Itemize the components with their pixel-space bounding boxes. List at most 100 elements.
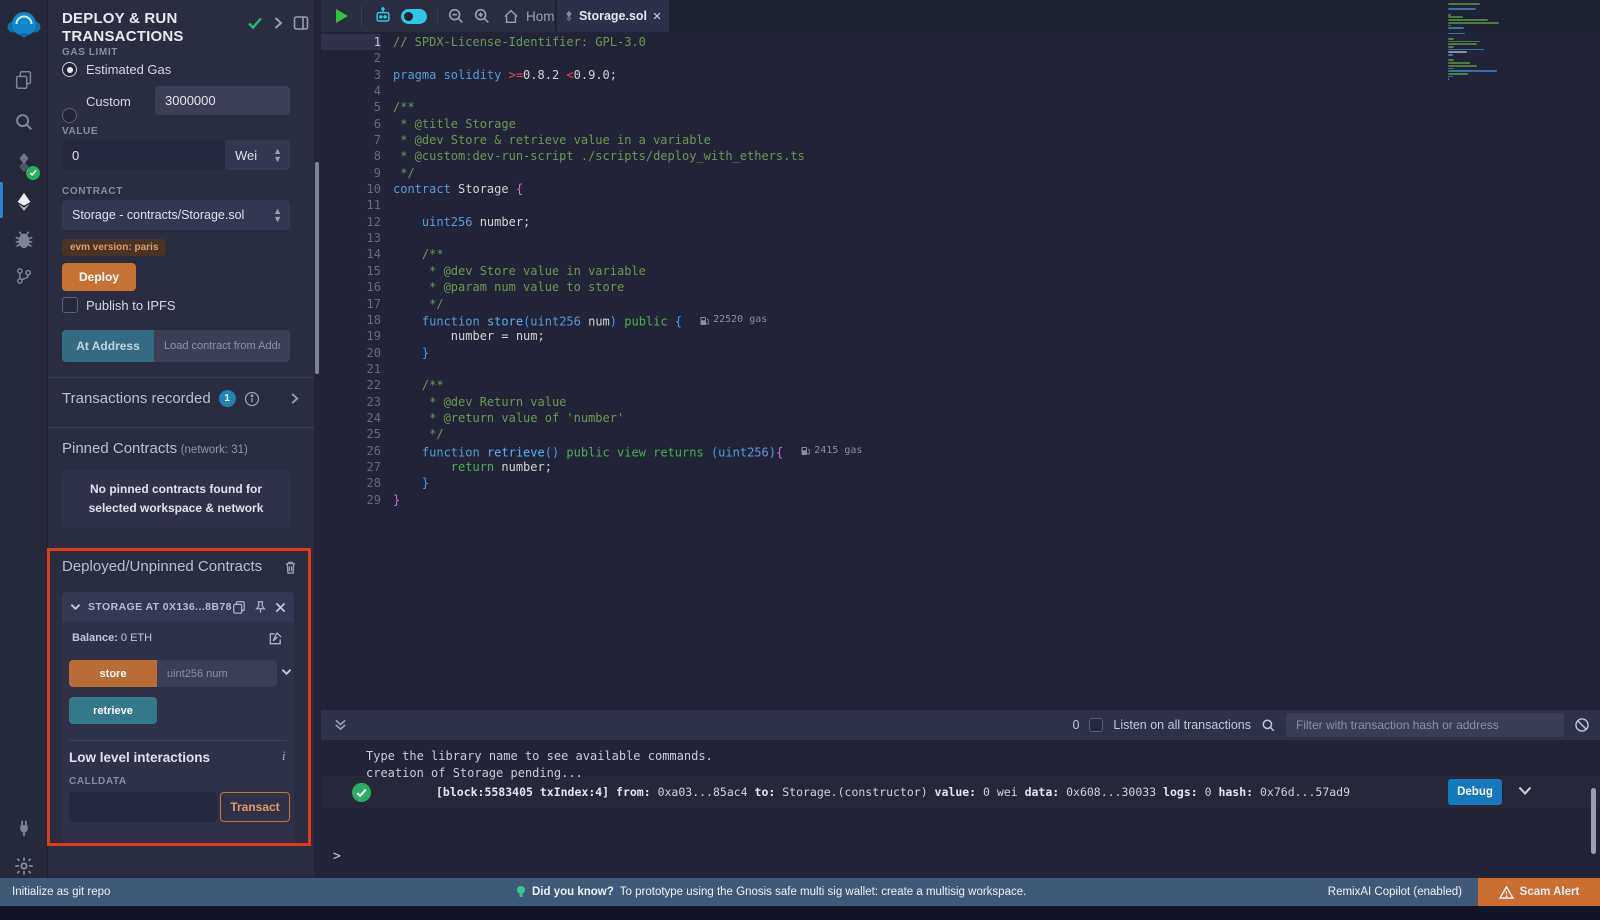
minimap[interactable] xyxy=(1448,3,1524,81)
estimated-gas-radio[interactable] xyxy=(62,62,77,77)
line-number: 11 xyxy=(321,197,381,213)
zoom-in-icon[interactable] xyxy=(473,0,491,32)
terminal-search-icon[interactable] xyxy=(1261,718,1276,733)
line-number: 18 xyxy=(321,312,381,328)
retrieve-function-button[interactable]: retrieve xyxy=(69,697,157,724)
clear-console-icon[interactable] xyxy=(1574,717,1590,733)
search-icon[interactable] xyxy=(0,104,48,140)
value-unit-select[interactable]: Wei ▲▼ xyxy=(225,140,290,170)
tab-close-icon[interactable] xyxy=(653,11,661,21)
bulb-icon xyxy=(516,885,526,899)
deploy-run-icon[interactable] xyxy=(0,184,48,220)
edit-icon[interactable] xyxy=(268,631,283,646)
divider xyxy=(361,6,362,26)
instance-label: STORAGE AT 0X136...8B78 xyxy=(88,601,232,613)
divider xyxy=(437,6,438,26)
code-content[interactable]: 1// SPDX-License-Identifier: GPL-3.023pr… xyxy=(321,34,1600,508)
panel-forward-icon[interactable] xyxy=(272,16,284,30)
expand-args-icon[interactable] xyxy=(281,668,292,676)
code-line: 20 } xyxy=(321,345,1600,361)
transact-button[interactable]: Transact xyxy=(220,792,290,822)
code-line: 8 * @custom:dev-run-script ./scripts/dep… xyxy=(321,148,1600,164)
debug-button[interactable]: Debug xyxy=(1448,779,1502,805)
empty-line-1: No pinned contracts found for xyxy=(89,480,264,499)
collapse-terminal-icon[interactable] xyxy=(334,718,347,732)
publish-ipfs-checkbox[interactable] xyxy=(62,297,78,313)
store-function-button[interactable]: store xyxy=(69,660,157,687)
calldata-input[interactable] xyxy=(69,792,217,822)
info-icon[interactable] xyxy=(244,391,260,407)
terminal-scrollbar[interactable] xyxy=(1591,788,1596,854)
transactions-recorded-label: Transactions recorded xyxy=(62,390,211,407)
file-explorer-icon[interactable] xyxy=(0,62,48,98)
line-number: 9 xyxy=(321,165,381,181)
instance-header[interactable]: STORAGE AT 0X136...8B78 xyxy=(62,592,294,622)
updown-icon: ▲▼ xyxy=(273,207,282,223)
at-address-input[interactable] xyxy=(154,330,290,362)
solidity-compiler-icon[interactable] xyxy=(0,144,48,180)
copilot-toggle[interactable] xyxy=(401,0,427,32)
divider xyxy=(69,740,287,741)
run-script-icon[interactable] xyxy=(335,0,349,32)
terminal-line: Type the library name to see available c… xyxy=(366,748,713,765)
value-input[interactable] xyxy=(62,140,225,170)
custom-gas-input[interactable] xyxy=(155,86,290,115)
line-number: 6 xyxy=(321,116,381,132)
plugin-manager-icon[interactable] xyxy=(0,810,48,846)
transaction-log-row[interactable]: [block:5583405 txIndex:4] from: 0xa03...… xyxy=(321,776,1600,808)
store-args-input[interactable] xyxy=(157,660,277,687)
copy-icon[interactable] xyxy=(232,600,246,614)
at-address-button[interactable]: At Address xyxy=(62,330,154,362)
scam-alert-button[interactable]: Scam Alert xyxy=(1478,878,1600,906)
line-number: 12 xyxy=(321,214,381,230)
line-number: 17 xyxy=(321,296,381,312)
zoom-out-icon[interactable] xyxy=(447,0,465,32)
transactions-count-badge: 1 xyxy=(219,390,236,407)
code-line: 1// SPDX-License-Identifier: GPL-3.0 xyxy=(321,34,1600,50)
editor-toolbar: Home Storage.sol xyxy=(321,0,1600,32)
debugger-icon[interactable] xyxy=(0,222,48,258)
code-line: 3pragma solidity >=0.8.2 <0.9.0; xyxy=(321,67,1600,83)
transactions-recorded-row[interactable]: Transactions recorded 1 xyxy=(62,390,300,407)
custom-gas-radio[interactable] xyxy=(62,108,77,123)
balance-value: 0 ETH xyxy=(121,632,152,644)
listen-all-checkbox[interactable] xyxy=(1089,718,1103,732)
line-number: 15 xyxy=(321,263,381,279)
tab-home[interactable]: Home xyxy=(503,0,562,32)
pin-panel-icon[interactable] xyxy=(293,15,309,31)
terminal: 0 Listen on all transactions Type the li… xyxy=(321,710,1600,878)
terminal-filter-input[interactable] xyxy=(1286,713,1564,737)
home-icon xyxy=(503,9,519,24)
tab-storage-sol[interactable]: Storage.sol xyxy=(557,0,669,32)
evm-version-badge: evm version: paris xyxy=(62,239,166,256)
code-line: 27 return number; xyxy=(321,459,1600,475)
chevron-right-icon[interactable] xyxy=(289,392,300,405)
ai-copilot-robot-icon[interactable] xyxy=(373,0,393,32)
expand-tx-icon[interactable] xyxy=(1518,786,1532,796)
deploy-button[interactable]: Deploy xyxy=(62,263,136,291)
terminal-prompt[interactable]: > xyxy=(333,848,341,865)
code-line: 19 number = num; xyxy=(321,328,1600,344)
pin-icon[interactable] xyxy=(254,600,267,614)
panel-scrollbar[interactable] xyxy=(315,162,319,374)
code-line: 21 xyxy=(321,361,1600,377)
remix-logo-icon[interactable] xyxy=(0,6,48,46)
line-number: 20 xyxy=(321,345,381,361)
copilot-status[interactable]: RemixAI Copilot (enabled) xyxy=(1328,886,1462,898)
close-icon[interactable] xyxy=(275,602,286,613)
git-icon[interactable] xyxy=(0,258,48,294)
trash-icon[interactable] xyxy=(284,560,297,575)
line-number: 24 xyxy=(321,410,381,426)
balance-row: Balance: 0 ETH xyxy=(72,632,152,644)
no-pinned-contracts-box: No pinned contracts found for selected w… xyxy=(62,470,290,528)
updown-icon: ▲▼ xyxy=(273,147,282,163)
low-level-title: Low level interactions xyxy=(69,750,210,765)
low-level-info-icon[interactable]: i xyxy=(282,748,286,764)
panel-gutter xyxy=(314,0,321,878)
did-you-know-tip: Did you know? To prototype using the Gno… xyxy=(516,885,1026,899)
code-line: 13 xyxy=(321,230,1600,246)
git-init-status[interactable]: Initialize as git repo xyxy=(12,886,110,898)
contract-select[interactable]: Storage - contracts/Storage.sol ▲▼ xyxy=(62,200,290,230)
line-number: 5 xyxy=(321,99,381,115)
code-line: 29} xyxy=(321,492,1600,508)
